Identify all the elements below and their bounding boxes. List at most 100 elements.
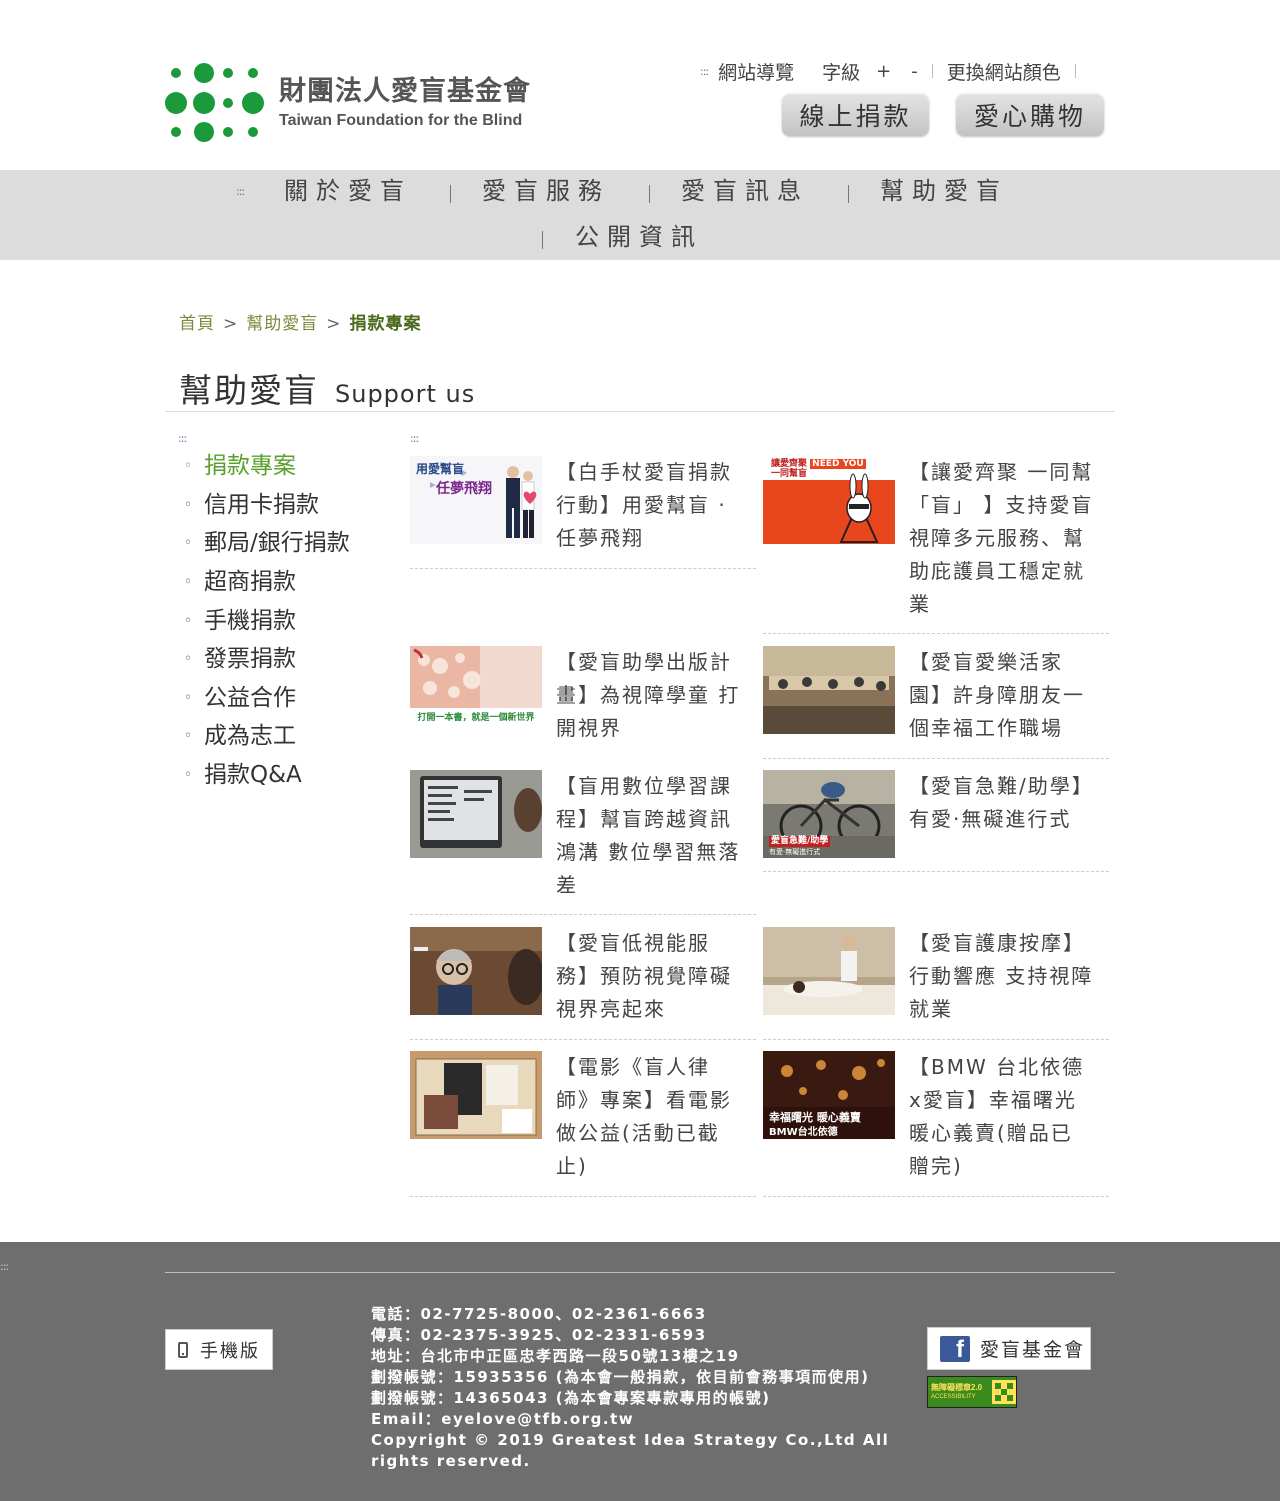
- side-menu-item-post-bank[interactable]: ◦ 郵局/銀行捐款: [184, 524, 350, 563]
- project-title[interactable]: 【BMW 台北依德x愛盲】幸福曙光 暖心義賣(贈品已贈完): [909, 1051, 1094, 1183]
- facebook-link[interactable]: f 愛盲基金會: [927, 1327, 1091, 1370]
- side-menu-label: 發票捐款: [204, 646, 296, 673]
- project-title[interactable]: 【電影《盲人律師》專案】看電影做公益(活動已截止): [556, 1051, 741, 1183]
- project-thumbnail[interactable]: 愛盲急難/助學 有愛·無礙進行式: [763, 770, 895, 858]
- bullet-icon: ◦: [184, 767, 193, 784]
- project-title[interactable]: 【愛盲低視能服務】預防視覺障礙 視界亮起來: [556, 927, 741, 1026]
- accesskey-marker[interactable]: :::: [410, 432, 419, 445]
- logo-dots-icon: [165, 63, 264, 142]
- side-menu-label: 捐款專案: [204, 453, 296, 480]
- project-thumbnail[interactable]: [763, 646, 895, 734]
- project-thumbnail[interactable]: 用愛幫盲 任夢飛翔: [410, 456, 542, 544]
- project-thumbnail[interactable]: [763, 927, 895, 1015]
- nav-about[interactable]: 關於愛盲: [284, 176, 412, 206]
- thumb-caption: 打開一本書，就是一個新世界: [417, 713, 535, 723]
- footer-divider: [165, 1272, 1115, 1273]
- side-menu: ◦ 捐款專案 ◦ 信用卡捐款 ◦ 郵局/銀行捐款 ◦ 超商捐款 ◦ 手機捐款 ◦ 發票捐款 …: [184, 447, 350, 794]
- project-card[interactable]: 用愛幫盲 任夢飛翔 【白手杖愛盲捐款行動】用愛幫盲 · 任夢飛翔: [410, 456, 756, 569]
- project-title[interactable]: 【愛盲護康按摩】行動響應 支持視障就業: [909, 927, 1094, 1026]
- breadcrumb: 首頁 > 幫助愛盲 > 捐款專案: [179, 309, 422, 334]
- project-thumbnail[interactable]: [410, 1051, 542, 1139]
- accessibility-grid-icon: [992, 1380, 1016, 1404]
- thumb-caption: 用愛幫盲: [416, 462, 465, 476]
- project-card[interactable]: 讓愛齊聚 NEED YOU 一同幫盲 【讓愛齊聚 一同幫「盲」 】支持愛盲視障多元…: [763, 456, 1109, 634]
- side-menu-label: 手機捐款: [204, 607, 296, 634]
- contact-giro-project: 劃撥帳號：14365043 (為本會專案專款專用的帳號): [371, 1389, 771, 1407]
- org-name-en: Taiwan Foundation for the Blind: [279, 112, 523, 129]
- accessibility-badge[interactable]: 無障礙標章2.0 ACCESSIBILITY: [927, 1376, 1017, 1408]
- side-menu-item-donation-projects[interactable]: ◦ 捐款專案: [184, 447, 350, 486]
- change-color-link[interactable]: 更換網站顏色: [947, 58, 1061, 85]
- side-menu-label: 信用卡捐款: [204, 491, 319, 518]
- accesskey-marker[interactable]: :::: [700, 65, 709, 78]
- nav-public-info[interactable]: 公開資訊: [575, 222, 703, 252]
- thumb-caption: BMW台北依德: [769, 1127, 838, 1138]
- project-title[interactable]: 【讓愛齊聚 一同幫「盲」 】支持愛盲視障多元服務、幫助庇護員工穩定就業: [909, 456, 1094, 621]
- bullet-icon: ◦: [184, 574, 193, 591]
- mobile-version-button[interactable]: 手機版: [165, 1329, 273, 1370]
- site-map-link[interactable]: 網站導覽: [718, 58, 794, 85]
- accesskey-marker[interactable]: :::: [178, 432, 187, 445]
- font-decrease-button[interactable]: -: [911, 61, 918, 82]
- site-logo[interactable]: 財團法人愛盲基金會 Taiwan Foundation for the Blin…: [165, 62, 531, 144]
- thumb-caption: 讓愛齊聚 NEED YOU 一同幫盲: [771, 459, 866, 479]
- contact-email[interactable]: Email：eyelove@tfb.org.tw: [371, 1409, 891, 1430]
- project-title[interactable]: 【愛盲助學出版計畫】為視障學童 打開視界: [556, 646, 741, 745]
- nav-divider: [848, 185, 849, 203]
- nav-news[interactable]: 愛盲訊息: [681, 176, 809, 206]
- project-thumbnail[interactable]: 幸福曙光 暖心義賣 BMW台北依德: [763, 1051, 895, 1139]
- site-footer: ::: 手機版 電話：02-7725-8000、02-2361-6663 傳真：…: [0, 1242, 1280, 1501]
- project-title[interactable]: 【白手杖愛盲捐款行動】用愛幫盲 · 任夢飛翔: [556, 456, 741, 555]
- thumb-caption: 任夢飛翔: [436, 481, 492, 497]
- project-title[interactable]: 【盲用數位學習課程】幫盲跨越資訊鴻溝 數位學習無落差: [556, 770, 741, 902]
- side-menu-item-convenience-store[interactable]: ◦ 超商捐款: [184, 563, 350, 602]
- side-menu-label: 捐款Q&A: [204, 762, 302, 789]
- breadcrumb-separator: >: [326, 314, 342, 334]
- font-increase-button[interactable]: +: [876, 61, 891, 82]
- accessibility-badge-label: 無障礙標章2.0: [931, 1383, 983, 1392]
- side-menu-label: 超商捐款: [204, 569, 296, 596]
- facebook-icon: f: [940, 1335, 970, 1362]
- accesskey-marker[interactable]: :::: [236, 185, 245, 198]
- project-card[interactable]: 幸福曙光 暖心義賣 BMW台北依德 【BMW 台北依德x愛盲】幸福曙光 暖心義賣…: [763, 1051, 1109, 1197]
- contact-address: 地址：台北市中正區忠孝西路一段50號13樓之19: [371, 1347, 740, 1365]
- project-thumbnail[interactable]: [410, 770, 542, 858]
- project-card[interactable]: 【愛盲低視能服務】預防視覺障礙 視界亮起來: [410, 927, 756, 1040]
- mobile-version-label: 手機版: [200, 1340, 260, 1362]
- project-title[interactable]: 【愛盲急難/助學】有愛·無礙進行式: [909, 770, 1094, 836]
- breadcrumb-current: 捐款專案: [349, 314, 422, 334]
- online-donate-button[interactable]: 線上捐款: [782, 93, 929, 136]
- page-title-en: Support us: [335, 380, 476, 408]
- side-menu-item-invoice[interactable]: ◦ 發票捐款: [184, 640, 350, 679]
- project-title[interactable]: 【愛盲愛樂活家園】許身障朋友一個幸福工作職場: [909, 646, 1094, 745]
- project-thumbnail[interactable]: [410, 927, 542, 1015]
- font-size-label: 字級: [822, 61, 861, 84]
- side-menu-item-credit-card[interactable]: ◦ 信用卡捐款: [184, 486, 350, 525]
- side-menu-item-qa[interactable]: ◦ 捐款Q&A: [184, 756, 350, 795]
- page-title: 幫助愛盲 Support us: [179, 364, 475, 412]
- contact-info: 電話：02-7725-8000、02-2361-6663 傳真：02-2375-…: [371, 1304, 891, 1472]
- divider: [931, 64, 933, 78]
- side-menu-item-cooperation[interactable]: ◦ 公益合作: [184, 679, 350, 718]
- accessibility-badge-sub: ACCESSIBILITY: [931, 1394, 976, 1400]
- bullet-icon: ◦: [184, 496, 193, 513]
- thumb-caption: 有愛·無礙進行式: [769, 848, 821, 856]
- breadcrumb-home[interactable]: 首頁: [179, 314, 215, 334]
- nav-support[interactable]: 幫助愛盲: [880, 176, 1008, 206]
- charity-shop-button[interactable]: 愛心購物: [956, 93, 1104, 136]
- side-menu-item-volunteer[interactable]: ◦ 成為志工: [184, 717, 350, 756]
- title-divider: [165, 411, 1115, 412]
- side-menu-item-mobile[interactable]: ◦ 手機捐款: [184, 601, 350, 640]
- project-thumbnail[interactable]: 打開一本書，就是一個新世界: [410, 646, 542, 734]
- project-thumbnail[interactable]: 讓愛齊聚 NEED YOU 一同幫盲: [763, 456, 895, 544]
- project-card[interactable]: 【電影《盲人律師》專案】看電影做公益(活動已截止): [410, 1051, 756, 1197]
- project-card[interactable]: 【盲用數位學習課程】幫盲跨越資訊鴻溝 數位學習無落差: [410, 770, 756, 915]
- nav-services[interactable]: 愛盲服務: [482, 176, 610, 206]
- project-card[interactable]: 【愛盲護康按摩】行動響應 支持視障就業: [763, 927, 1109, 1040]
- facebook-label: 愛盲基金會: [980, 1339, 1086, 1361]
- project-card[interactable]: 愛盲急難/助學 有愛·無礙進行式 【愛盲急難/助學】有愛·無礙進行式: [763, 770, 1109, 872]
- accesskey-marker[interactable]: :::: [0, 1260, 9, 1273]
- breadcrumb-parent[interactable]: 幫助愛盲: [246, 314, 318, 334]
- main-nav: ::: 關於愛盲 愛盲服務 愛盲訊息 幫助愛盲 公開資訊: [0, 170, 1280, 260]
- project-card[interactable]: 【愛盲愛樂活家園】許身障朋友一個幸福工作職場: [763, 646, 1109, 759]
